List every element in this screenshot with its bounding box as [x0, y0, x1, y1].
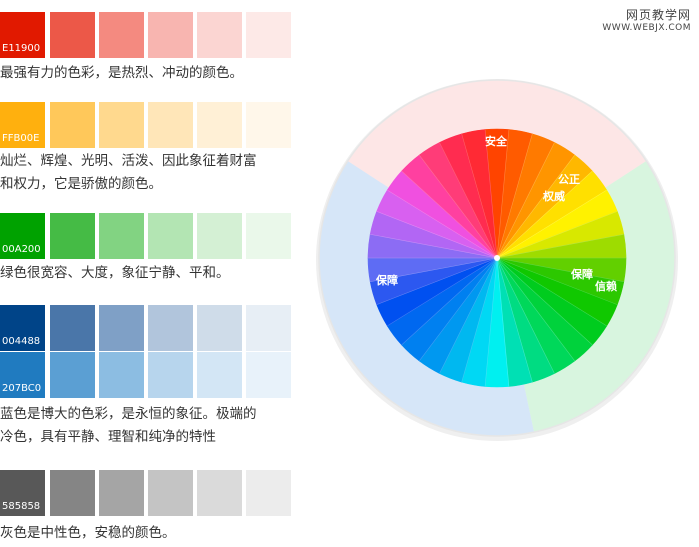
color-wheel: 安全公正权威保障信赖保障 — [316, 79, 678, 441]
wheel-label-justice: 公正 — [558, 173, 580, 186]
wheel-label-authority: 权威 — [542, 189, 565, 203]
wheel-label-protect-right: 保障 — [570, 267, 593, 281]
wheel-center-dot — [494, 255, 500, 261]
wheel-label-safe: 安全 — [485, 134, 508, 148]
wheel-label-protect-left: 保障 — [375, 273, 398, 287]
wheel-label-trust: 信赖 — [595, 279, 617, 293]
